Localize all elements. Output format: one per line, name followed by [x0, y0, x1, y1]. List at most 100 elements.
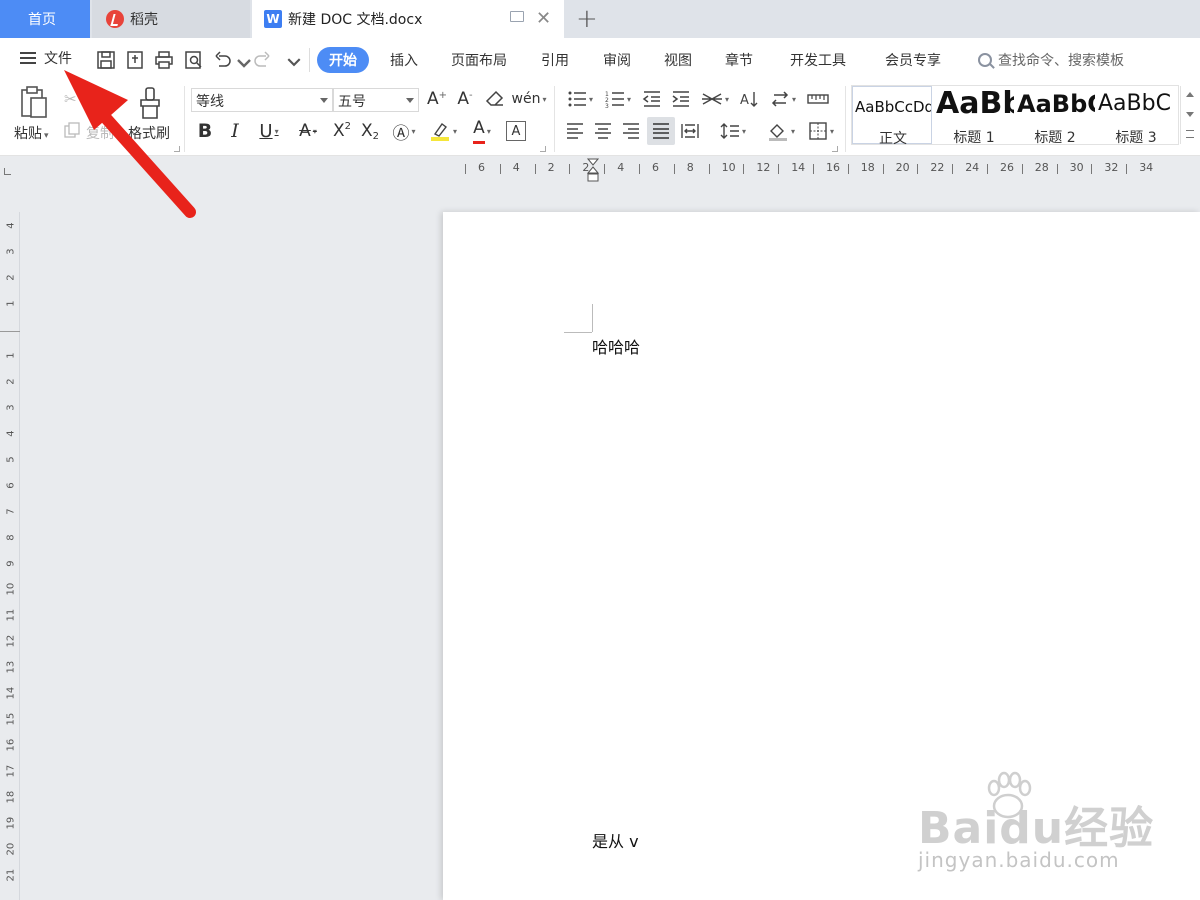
text-direction-icon[interactable]: ▾ [766, 88, 800, 110]
cut-icon[interactable]: ✂ [64, 90, 77, 108]
line-spacing-icon[interactable]: ▾ [716, 119, 750, 143]
ruler-label: 10 [5, 582, 17, 596]
tab-home[interactable]: 首页 [0, 0, 90, 38]
grow-font-icon[interactable]: A + [426, 88, 448, 110]
copy-icon[interactable] [64, 122, 80, 138]
highlight-color-icon[interactable]: ▾ [426, 119, 460, 143]
tab-references[interactable]: 引用 [541, 50, 569, 70]
superscript-icon[interactable]: X2 [330, 119, 354, 143]
paragraph-expand-icon[interactable] [832, 146, 838, 152]
vertical-ruler[interactable]: 4 3 2 1 1 2 3 4 5 6 7 8 9 10 11 12 13 14 15 16 17 18 19 20 21 [0, 212, 20, 900]
tab-view[interactable]: 视图 [664, 50, 692, 70]
tab-developer[interactable]: 开发工具 [790, 50, 846, 70]
indent-marker-icon[interactable] [586, 158, 600, 182]
chevron-up-icon[interactable] [1186, 92, 1194, 97]
align-left-icon[interactable] [564, 119, 586, 143]
bullet-list-icon[interactable]: ▾ [564, 88, 596, 110]
decrease-indent-icon[interactable] [641, 88, 663, 110]
close-tab-icon[interactable]: ✕ [536, 8, 551, 29]
font-size-select[interactable]: 五号 [333, 88, 419, 112]
ruler-label: 15 [5, 712, 17, 726]
distributed-align-icon[interactable] [679, 119, 701, 143]
command-search[interactable]: 查找命令、搜索模板 [978, 50, 1124, 70]
print-preview-icon[interactable] [184, 50, 204, 70]
subscript-icon[interactable]: X2 [358, 119, 382, 143]
ruler-label: 9 [5, 560, 17, 567]
ruler-tick [639, 164, 640, 174]
increase-indent-icon[interactable] [670, 88, 692, 110]
file-menu-label: 文件 [44, 51, 72, 67]
align-center-icon[interactable] [592, 119, 614, 143]
style-scroll[interactable] [1180, 86, 1197, 144]
ruler-label: 24 [965, 161, 980, 174]
clear-format-icon[interactable] [484, 88, 506, 110]
svg-text:A: A [740, 93, 749, 108]
italic-icon[interactable]: I [224, 119, 246, 143]
tab-member[interactable]: 会员专享 [885, 50, 941, 70]
style-heading-3[interactable]: AaBbC 标题 3 [1096, 86, 1176, 146]
font-expand-icon[interactable] [540, 146, 546, 152]
tab-insert[interactable]: 插入 [390, 50, 418, 70]
ruler-label: 4 [512, 161, 520, 174]
tab-stop-icon[interactable] [4, 168, 11, 175]
save-icon[interactable] [96, 50, 116, 70]
ruler-label: 26 [1000, 161, 1014, 174]
tab-document[interactable]: W 新建 DOC 文档.docx ✕ [252, 0, 564, 38]
search-icon [978, 53, 992, 67]
new-tab-button[interactable]: + [576, 4, 598, 34]
customize-toolbar-icon[interactable] [284, 52, 301, 72]
paragraph-shading-icon[interactable]: ▾ [764, 119, 798, 143]
document-paragraph-2[interactable]: 是从 v [592, 828, 639, 852]
underline-icon[interactable]: U ▾ [252, 119, 286, 143]
align-right-icon[interactable] [620, 119, 642, 143]
daoke-logo-icon [106, 10, 124, 28]
redo-icon[interactable] [252, 50, 272, 70]
undo-dropdown-icon[interactable] [234, 54, 251, 74]
bold-icon[interactable]: B [194, 119, 216, 143]
numbered-list-icon[interactable]: 1 2 3 ▾ [602, 88, 634, 110]
borders-icon[interactable]: ▾ [804, 119, 838, 143]
pin-window-icon[interactable] [510, 11, 524, 22]
text-effect-icon[interactable]: Ⓐ ▾ [388, 119, 420, 144]
shrink-font-icon[interactable]: A- [454, 88, 476, 110]
ruler-label: 16 [5, 738, 17, 752]
horizontal-ruler[interactable]: 6 4 2 2 4 6 8 10 12 14 16 18 20 22 24 26 28 30 32 34 [0, 156, 1200, 184]
tab-review[interactable]: 审阅 [603, 50, 631, 70]
ruler-tick [1091, 164, 1093, 174]
font-name-select[interactable]: 等线 [191, 88, 333, 112]
style-normal[interactable]: AaBbCcDd 正文 [852, 86, 932, 147]
chevron-down-icon[interactable] [1186, 112, 1194, 117]
font-color-icon[interactable]: A ▾ [466, 118, 498, 144]
ruler-tick [708, 164, 710, 174]
undo-icon[interactable] [213, 50, 233, 70]
style-heading-1[interactable]: AaBb 标题 1 [934, 86, 1014, 146]
justify-icon[interactable] [647, 117, 675, 145]
tab-page-layout[interactable]: 页面布局 [451, 50, 507, 70]
chinese-layout-icon[interactable]: ▾ [698, 88, 732, 110]
paste-icon[interactable] [18, 86, 50, 120]
ruler-scale: 6 4 2 2 4 6 8 10 12 14 16 18 20 22 24 26 28 30 32 34 [462, 156, 1200, 184]
ruler-toggle-icon[interactable] [806, 88, 830, 110]
char-shading-icon[interactable]: A [506, 121, 526, 141]
clipboard-expand-icon[interactable] [174, 146, 180, 152]
sort-icon[interactable]: A [738, 88, 760, 110]
tab-home-label: 首页 [28, 12, 56, 28]
style-heading-2[interactable]: AaBbC 标题 2 [1015, 86, 1095, 146]
paste-button[interactable]: 粘贴 ▾ [14, 123, 49, 143]
ruler-label: 22 [930, 161, 945, 174]
format-painter-icon[interactable] [136, 86, 164, 120]
ruler-tick [987, 164, 988, 174]
file-menu-button[interactable]: 文件 [20, 48, 72, 68]
tab-daoke-label: 稻壳 [130, 12, 158, 28]
strikethrough-icon[interactable]: A ▾ [291, 119, 325, 143]
tab-start[interactable]: 开始 [317, 47, 369, 73]
document-paragraph-1[interactable]: 哈哈哈 [592, 334, 640, 358]
more-styles-icon[interactable] [1186, 130, 1194, 138]
export-pdf-icon[interactable] [125, 50, 145, 70]
tab-daoke[interactable]: 稻壳 [92, 0, 250, 38]
ruler-label: 20 [5, 842, 17, 856]
phonetic-guide-icon[interactable]: wén ▾ [512, 88, 547, 110]
print-icon[interactable] [154, 50, 174, 70]
ruler-label: 28 [1034, 161, 1049, 174]
tab-chapter[interactable]: 章节 [725, 50, 753, 70]
